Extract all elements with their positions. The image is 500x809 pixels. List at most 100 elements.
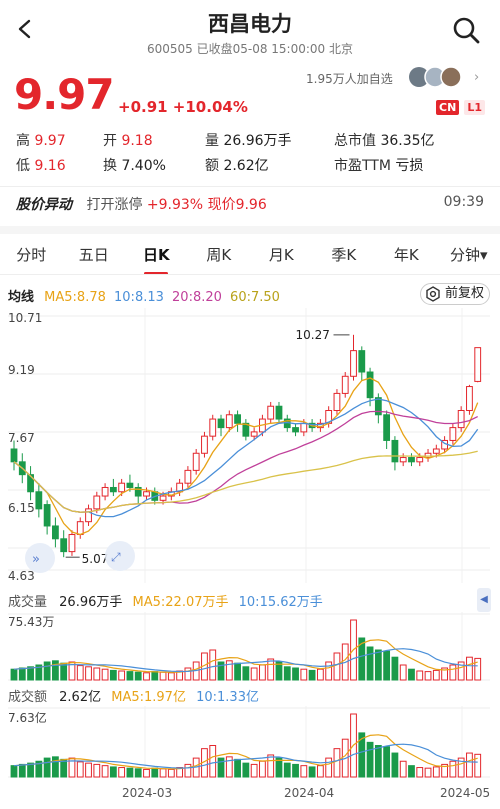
- volume-bar: [118, 767, 126, 778]
- volume-bar: [316, 668, 324, 681]
- volume-bar: [167, 672, 175, 681]
- watchers-count[interactable]: 1.95万人加自选: [306, 70, 393, 87]
- volume-bar: [85, 762, 92, 778]
- volume-bar: [126, 767, 134, 778]
- volume-bar: [267, 754, 275, 778]
- volume-bar: [234, 662, 241, 681]
- low-marker: 5.07: [82, 552, 109, 566]
- scroll-left-button[interactable]: [25, 543, 55, 573]
- volume-bar: [383, 650, 391, 681]
- volume-bar: [283, 762, 291, 778]
- amount-max-label: 7.63亿: [8, 710, 47, 725]
- volume-bar: [408, 765, 415, 778]
- ma-legend[interactable]: 均线 MA5:8.78 10:8.13 20:8.20 60:7.50: [8, 286, 280, 305]
- volume-bar: [292, 667, 299, 681]
- volume-bar: [466, 752, 473, 778]
- tab-five-day[interactable]: 五日: [63, 238, 126, 274]
- volume-bar: [432, 669, 440, 681]
- tab-minute[interactable]: 分钟▾: [438, 238, 500, 274]
- volume-bar: [308, 669, 316, 681]
- volume-bar: [18, 667, 26, 681]
- volume-max-label: 75.43万: [8, 615, 54, 629]
- ma10-value: 10:8.13: [114, 290, 164, 305]
- volume-bar: [449, 664, 457, 681]
- tab-monthly-k[interactable]: 月K: [250, 238, 313, 274]
- volume-bar: [267, 658, 275, 681]
- stat-mcap: 总市值 36.35亿: [334, 133, 435, 149]
- volume-bar: [10, 668, 18, 681]
- volume-bar: [474, 657, 482, 681]
- candle-body: [457, 410, 465, 429]
- tab-intraday[interactable]: 分时: [0, 238, 63, 274]
- panel-toggle[interactable]: ◀: [477, 588, 491, 612]
- volume-bar: [259, 664, 266, 681]
- volume-bar: [416, 767, 424, 778]
- candle-body: [85, 508, 92, 523]
- candle-body: [118, 482, 126, 493]
- section-gap: [0, 226, 500, 234]
- volume-bar: [93, 763, 101, 778]
- volume-bar: [259, 760, 266, 778]
- volume-bar: [118, 670, 126, 681]
- watcher-avatars[interactable]: [408, 66, 470, 88]
- candle-body: [201, 435, 208, 454]
- tab-weekly-k[interactable]: 周K: [188, 238, 251, 274]
- candle-body: [76, 521, 84, 536]
- volume-bar: [101, 765, 109, 778]
- volume-bar: [416, 670, 424, 681]
- price-alert[interactable]: 股价异动 打开涨停 +9.93% 现价9.96 09:39: [16, 194, 484, 218]
- candle-body: [60, 538, 68, 553]
- restore-button[interactable]: 前复权: [420, 283, 490, 305]
- tab-quarterly-k[interactable]: 季K: [313, 238, 376, 274]
- volume-bar: [151, 671, 159, 681]
- candle-body: [432, 448, 440, 454]
- volume-bar: [250, 763, 258, 778]
- high-marker: 10.27: [296, 328, 330, 342]
- expand-icon: ⤢: [110, 550, 121, 564]
- volume-bar: [391, 656, 399, 681]
- volume-bar: [325, 661, 333, 681]
- volume-bar: [300, 765, 308, 778]
- candle-body: [350, 350, 357, 377]
- tab-yearly-k[interactable]: 年K: [375, 238, 438, 274]
- volume-bar: [134, 768, 142, 778]
- candle-body: [101, 486, 109, 497]
- price-change: +0.91 +10.04%: [118, 98, 248, 116]
- volume-bar: [292, 763, 299, 778]
- candle-body: [292, 427, 299, 433]
- alert-text: 打开涨停: [86, 197, 143, 213]
- candle-body: [358, 350, 366, 373]
- ma20-value: 20:8.20: [172, 290, 222, 305]
- candle-body: [143, 491, 150, 497]
- search-icon[interactable]: [452, 16, 480, 44]
- candle-body: [209, 418, 217, 437]
- volume-bar: [209, 745, 217, 778]
- volume-bar: [424, 767, 432, 778]
- volume-bar: [76, 761, 84, 778]
- volume-bar: [308, 766, 316, 778]
- candle-body: [366, 371, 374, 399]
- ma5-value: MA5:8.78: [44, 290, 106, 305]
- volume-bar: [43, 757, 51, 778]
- volume-chart[interactable]: 75.43万: [0, 612, 500, 682]
- volume-bar: [399, 664, 407, 681]
- candle-body: [126, 482, 134, 488]
- candle-body: [333, 392, 341, 412]
- volume-bar: [374, 649, 382, 681]
- candle-body: [267, 405, 275, 420]
- volume-bar: [209, 649, 217, 681]
- amount-chart[interactable]: 7.63亿: [0, 706, 500, 779]
- x-axis: 2024-03 2024-04 2024-05: [0, 782, 500, 804]
- volume-bar: [316, 765, 324, 778]
- candlestick-chart[interactable]: 10.71 9.19 7.67 6.15 4.63 10.27 5.07 » ⤢: [0, 308, 500, 588]
- volume-bar: [366, 646, 374, 681]
- tab-daily-k[interactable]: 日K: [125, 238, 188, 275]
- y-tick-label: 9.19: [8, 363, 35, 377]
- x-label: 2024-03: [122, 786, 173, 800]
- volume-bar: [234, 758, 241, 778]
- volume-bar: [325, 757, 333, 778]
- alert-now: 现价9.96: [207, 197, 267, 213]
- chevron-right-icon[interactable]: ›: [474, 70, 479, 85]
- amount-legend: 成交额 2.62亿 MA5:1.97亿 10:1.33亿: [8, 690, 259, 705]
- volume-bar: [109, 766, 117, 778]
